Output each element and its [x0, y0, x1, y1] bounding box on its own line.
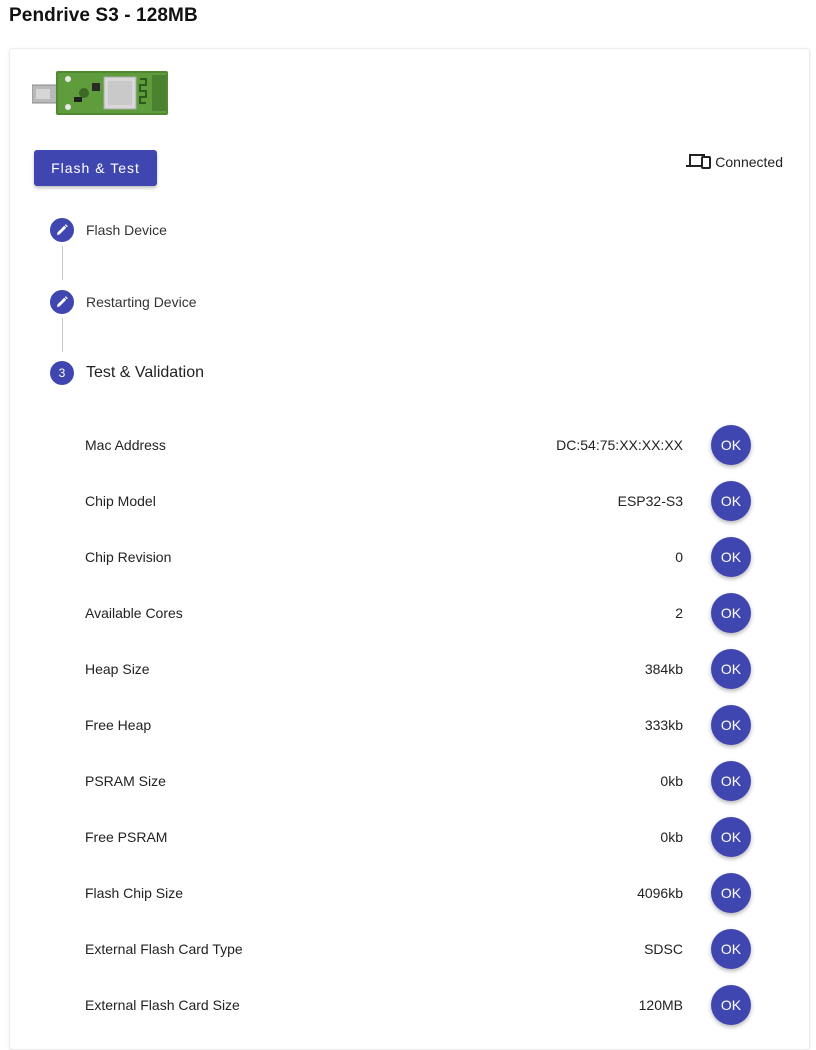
step-1-circle: [50, 218, 74, 242]
step-3-label: Test & Validation: [86, 364, 204, 381]
device-image: [32, 71, 168, 115]
ok-button[interactable]: OK: [711, 481, 751, 521]
devices-icon: [686, 154, 712, 169]
ok-button[interactable]: OK: [711, 929, 751, 969]
ok-button[interactable]: OK: [711, 425, 751, 465]
test-label: Flash Chip Size: [85, 885, 184, 901]
test-label: Mac Address: [85, 437, 166, 453]
step-restarting-device: Restarting Device: [50, 290, 197, 314]
test-row-free-psram: Free PSRAM 0kb OK: [85, 809, 775, 865]
test-row-chip-revision: Chip Revision 0 OK: [85, 529, 775, 585]
test-value: ESP32-S3: [617, 493, 683, 509]
step-connector: [62, 318, 63, 352]
ok-button[interactable]: OK: [711, 985, 751, 1025]
step-1-label: Flash Device: [86, 222, 167, 238]
flash-and-test-button[interactable]: Flash & Test: [34, 150, 157, 186]
test-value: 4096kb: [637, 885, 683, 901]
test-value: SDSC: [644, 941, 683, 957]
page-title: Pendrive S3 - 128MB: [9, 5, 198, 26]
pencil-icon: [57, 224, 68, 235]
test-value: 2: [675, 605, 683, 621]
test-label: Heap Size: [85, 661, 150, 677]
test-label: External Flash Card Size: [85, 997, 240, 1013]
step-2-label: Restarting Device: [86, 294, 197, 310]
ok-button[interactable]: OK: [711, 873, 751, 913]
pencil-icon: [57, 296, 68, 307]
step-test-validation: 3 Test & Validation: [50, 361, 204, 385]
test-label: Chip Revision: [85, 549, 172, 565]
ok-button[interactable]: OK: [711, 649, 751, 689]
ok-button[interactable]: OK: [711, 593, 751, 633]
test-label: PSRAM Size: [85, 773, 166, 789]
test-row-available-cores: Available Cores 2 OK: [85, 585, 775, 641]
connection-status: Connected: [686, 152, 783, 170]
step-2-circle: [50, 290, 74, 314]
step-connector: [62, 246, 63, 280]
connection-status-label: Connected: [715, 154, 783, 170]
step-3-circle: 3: [50, 361, 74, 385]
test-value: 0: [675, 549, 683, 565]
test-label: Available Cores: [85, 605, 183, 621]
ok-button[interactable]: OK: [711, 761, 751, 801]
test-row-heap-size: Heap Size 384kb OK: [85, 641, 775, 697]
test-row-mac-address: Mac Address DC:54:75:XX:XX:XX OK: [85, 417, 775, 473]
test-row-external-flash-card-size: External Flash Card Size 120MB OK: [85, 977, 775, 1033]
test-label: Free PSRAM: [85, 829, 168, 845]
ok-button[interactable]: OK: [711, 705, 751, 745]
step-flash-device: Flash Device: [50, 218, 167, 242]
test-value: 0kb: [660, 829, 683, 845]
ok-button[interactable]: OK: [711, 817, 751, 857]
test-value: 333kb: [644, 717, 683, 733]
test-label: Free Heap: [85, 717, 152, 733]
test-label: Chip Model: [85, 493, 156, 509]
test-label: External Flash Card Type: [85, 941, 243, 957]
device-card: Flash & Test Connected Flash Device Rest…: [9, 48, 810, 1050]
test-row-external-flash-card-type: External Flash Card Type SDSC OK: [85, 921, 775, 977]
test-value: DC:54:75:XX:XX:XX: [556, 437, 683, 453]
test-value: 0kb: [660, 773, 683, 789]
ok-button[interactable]: OK: [711, 537, 751, 577]
test-value: 384kb: [644, 661, 683, 677]
test-row-psram-size: PSRAM Size 0kb OK: [85, 753, 775, 809]
test-row-free-heap: Free Heap 333kb OK: [85, 697, 775, 753]
test-row-flash-chip-size: Flash Chip Size 4096kb OK: [85, 865, 775, 921]
test-value: 120MB: [638, 997, 683, 1013]
test-row-chip-model: Chip Model ESP32-S3 OK: [85, 473, 775, 529]
test-results-list: Mac Address DC:54:75:XX:XX:XX OK Chip Mo…: [85, 417, 775, 1033]
